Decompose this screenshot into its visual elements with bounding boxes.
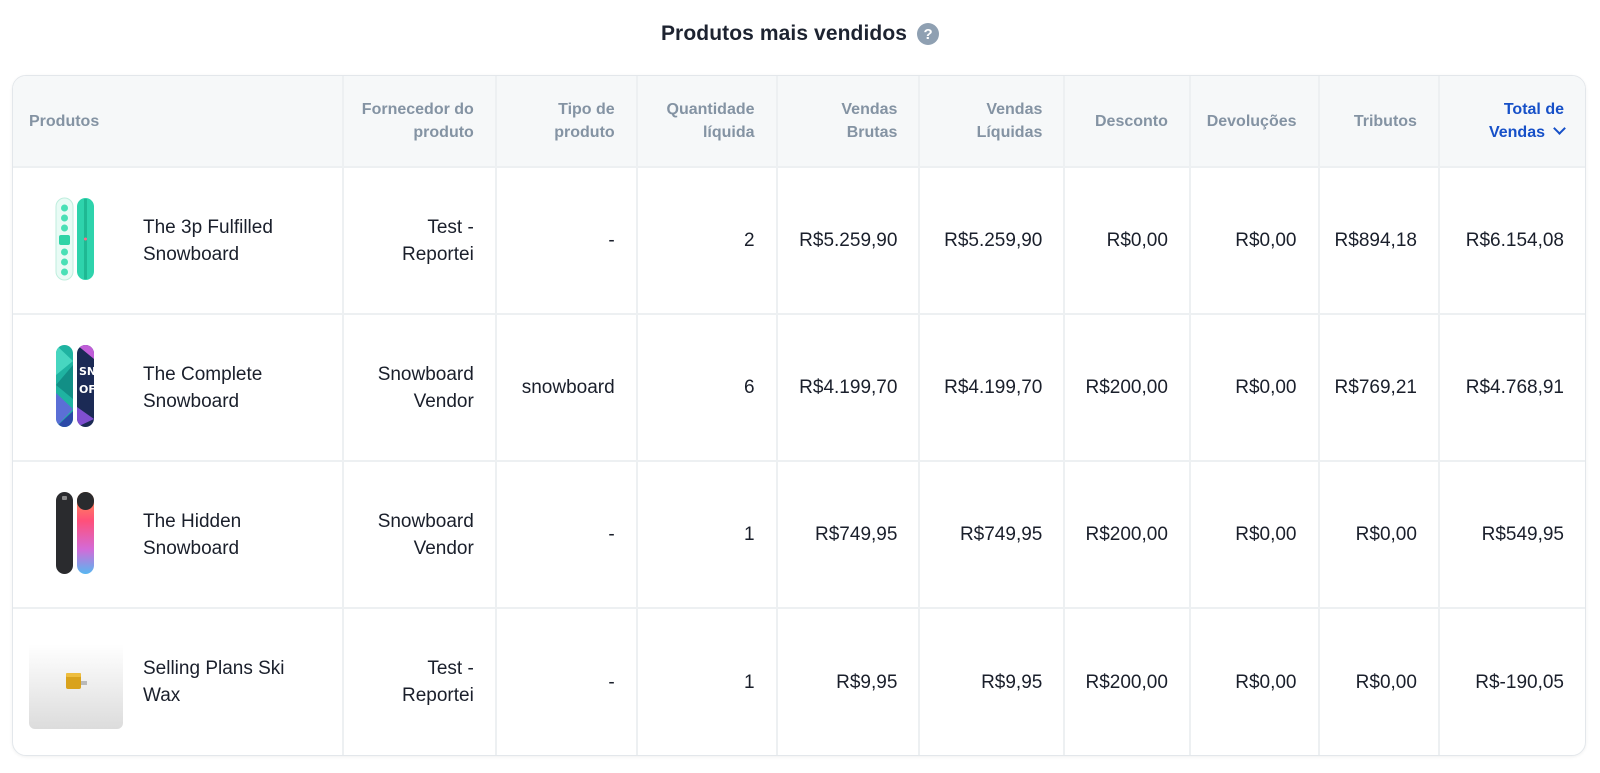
returns-cell: R$0,00 (1189, 607, 1320, 755)
column-header-net-sales[interactable]: Vendas Líquidas (919, 76, 1066, 168)
taxes-cell: R$894,18 (1318, 167, 1440, 314)
total-sales-cell: R$549,95 (1438, 460, 1585, 608)
discount-cell: R$200,00 (1064, 607, 1191, 755)
product-name-link[interactable]: The Hidden Snowboard (143, 508, 303, 562)
vendor-cell: Snowboard Vendor (342, 313, 497, 461)
table-row: SN OF The Complete Snowboard Snowboard V… (13, 313, 1585, 461)
gross-sales-cell: R$9,95 (776, 607, 921, 755)
ski-wax-image (29, 635, 123, 729)
column-header-total-sales[interactable]: Total de Vendas (1438, 76, 1585, 168)
gross-sales-cell: R$5.259,90 (776, 167, 921, 314)
returns-cell: R$0,00 (1189, 167, 1320, 314)
discount-cell: R$0,00 (1064, 167, 1191, 314)
product-name-link[interactable]: The 3p Fulfilled Snowboard (143, 214, 303, 268)
column-header-gross-sales[interactable]: Vendas Brutas (776, 76, 921, 168)
taxes-cell: R$0,00 (1318, 460, 1440, 608)
product-type-cell: - (495, 460, 638, 608)
product-type-cell: snowboard (495, 313, 638, 461)
column-header-net-quantity[interactable]: Quantidade líquida (636, 76, 778, 168)
returns-cell: R$0,00 (1189, 460, 1320, 608)
question-circle-icon[interactable]: ? (917, 23, 940, 45)
product-type-cell: - (495, 167, 638, 314)
report-title: Produtos mais vendidos (660, 22, 908, 45)
column-header-taxes[interactable]: Tributos (1318, 76, 1440, 168)
table-row: Selling Plans Ski Wax Test - Reportei - … (13, 607, 1585, 755)
net-sales-cell: R$9,95 (919, 607, 1066, 755)
top-products-table: Produtos Fornecedor do produto Tipo de p… (13, 76, 1585, 755)
snowboard-black-gradient-image (29, 488, 123, 582)
vendor-cell: Snowboard Vendor (342, 460, 497, 608)
column-header-discount[interactable]: Desconto (1064, 76, 1191, 168)
net-quantity-cell: 6 (636, 313, 778, 461)
table-row: The 3p Fulfilled Snowboard Test - Report… (13, 167, 1585, 314)
taxes-cell: R$0,00 (1318, 607, 1440, 755)
top-products-table-card: Produtos Fornecedor do produto Tipo de p… (12, 75, 1586, 756)
discount-cell: R$200,00 (1064, 460, 1191, 608)
net-sales-cell: R$749,95 (919, 460, 1066, 608)
net-sales-cell: R$5.259,90 (919, 167, 1066, 314)
product-cell: The Hidden Snowboard (13, 460, 344, 608)
snowboard-geometric-image: SN OF (29, 341, 123, 435)
net-quantity-cell: 1 (636, 607, 778, 755)
returns-cell: R$0,00 (1189, 313, 1320, 461)
column-header-vendor[interactable]: Fornecedor do produto (342, 76, 497, 168)
net-sales-cell: R$4.199,70 (919, 313, 1066, 461)
column-header-product-type[interactable]: Tipo de produto (495, 76, 638, 168)
svg-text:SN: SN (79, 365, 96, 378)
total-sales-cell: R$-190,05 (1438, 607, 1585, 755)
column-header-total-sales-label: Total de Vendas (1488, 101, 1564, 141)
net-quantity-cell: 2 (636, 167, 778, 314)
gross-sales-cell: R$749,95 (776, 460, 921, 608)
total-sales-cell: R$6.154,08 (1465, 230, 1564, 251)
chevron-down-icon (1553, 122, 1566, 135)
product-type-cell: - (495, 607, 638, 755)
taxes-cell: R$769,21 (1318, 313, 1440, 461)
vendor-cell: Test - Reportei (342, 167, 497, 314)
product-cell: Selling Plans Ski Wax (13, 607, 344, 755)
snowboard-teal-image (29, 194, 123, 288)
table-header-row: Produtos Fornecedor do produto Tipo de p… (13, 76, 1585, 168)
product-cell: SN OF The Complete Snowboard (13, 313, 344, 461)
discount-cell: R$200,00 (1064, 313, 1191, 461)
product-name-link[interactable]: The Complete Snowboard (143, 361, 303, 415)
net-quantity-cell: 1 (636, 460, 778, 608)
product-name-link[interactable]: Selling Plans Ski Wax (143, 655, 303, 709)
table-row: The Hidden Snowboard Snowboard Vendor - … (13, 460, 1585, 608)
column-header-products[interactable]: Produtos (13, 76, 344, 168)
column-header-returns[interactable]: Devoluções (1189, 76, 1320, 168)
total-sales-cell: R$4.768,91 (1438, 313, 1585, 461)
product-cell: The 3p Fulfilled Snowboard (13, 167, 344, 314)
report-header: Produtos mais vendidos ? (0, 22, 1600, 46)
svg-text:OF: OF (79, 383, 96, 396)
gross-sales-cell: R$4.199,70 (776, 313, 921, 461)
vendor-cell: Test - Reportei (342, 607, 497, 755)
